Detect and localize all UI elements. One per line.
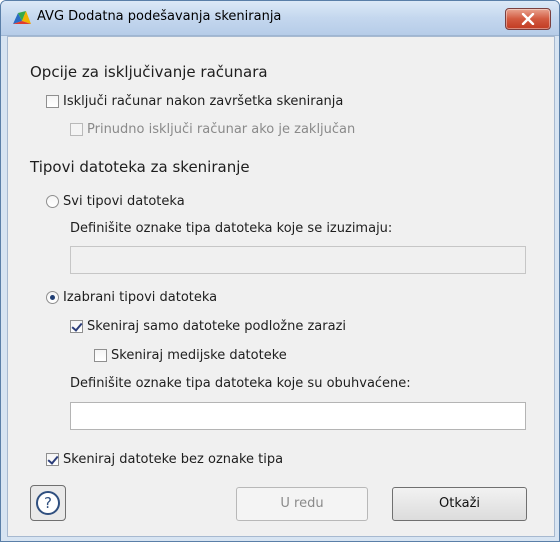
shutdown-after-scan-label: Isključi računar nakon završetka skenira…: [63, 94, 344, 109]
only-infectable-checkbox[interactable]: [70, 320, 83, 333]
close-icon: [521, 13, 535, 25]
help-icon: ?: [36, 491, 60, 515]
avg-logo-icon: [13, 10, 31, 26]
media-files-option[interactable]: Skeniraj medijske datoteke: [94, 348, 287, 363]
no-extension-option[interactable]: Skeniraj datoteke bez oznake tipa: [46, 452, 283, 467]
no-extension-label: Skeniraj datoteke bez oznake tipa: [63, 452, 284, 467]
selected-types-label: Izabrani tipovi datoteka: [63, 290, 218, 305]
all-types-option[interactable]: Svi tipovi datoteka: [46, 194, 185, 209]
ok-button[interactable]: U redu: [236, 487, 368, 521]
all-types-radio[interactable]: [46, 195, 59, 208]
selected-types-option[interactable]: Izabrani tipovi datoteka: [46, 290, 217, 305]
only-infectable-label: Skeniraj samo datoteke podložne zarazi: [87, 319, 347, 334]
media-files-checkbox[interactable]: [94, 349, 107, 362]
shutdown-section-title: Opcije za isključivanje računara: [30, 63, 268, 81]
force-shutdown-option: Prinudno isključi računar ako je zaključ…: [70, 122, 355, 137]
force-shutdown-label: Prinudno isključi računar ako je zaključ…: [87, 122, 356, 137]
exclusions-label: Definišite oznake tipa datoteka koje se …: [70, 221, 393, 236]
close-button[interactable]: [505, 8, 551, 30]
media-files-label: Skeniraj medijske datoteke: [111, 348, 287, 363]
inclusions-input[interactable]: [70, 402, 526, 430]
force-shutdown-checkbox: [70, 123, 83, 136]
no-extension-checkbox[interactable]: [46, 453, 59, 466]
only-infectable-option[interactable]: Skeniraj samo datoteke podložne zarazi: [70, 319, 346, 334]
exclusions-input[interactable]: [70, 246, 526, 274]
shutdown-after-scan-option[interactable]: Isključi računar nakon završetka skenira…: [46, 94, 343, 109]
help-button[interactable]: ?: [30, 485, 66, 521]
cancel-button[interactable]: Otkaži: [392, 487, 527, 521]
filetypes-section-title: Tipovi datoteka za skeniranje: [30, 158, 250, 176]
shutdown-after-scan-checkbox[interactable]: [46, 95, 59, 108]
all-types-label: Svi tipovi datoteka: [63, 194, 185, 209]
selected-types-radio[interactable]: [46, 291, 59, 304]
inclusions-label: Definišite oznake tipa datoteka koje su …: [70, 376, 411, 391]
window-title: AVG Dodatna podešavanja skeniranja: [37, 9, 282, 24]
title-bar[interactable]: AVG Dodatna podešavanja skeniranja: [1, 1, 559, 36]
